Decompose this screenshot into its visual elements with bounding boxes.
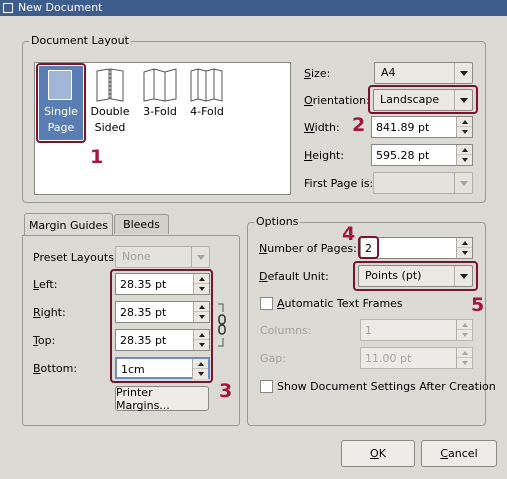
cancel-button[interactable]: Cancel bbox=[421, 440, 497, 467]
increment-icon[interactable] bbox=[193, 359, 208, 369]
decrement-icon[interactable] bbox=[194, 340, 209, 350]
automatic-text-frames-label: Automatic Text Frames bbox=[277, 297, 403, 310]
increment-icon[interactable] bbox=[194, 330, 209, 340]
size-label: Size: bbox=[304, 67, 331, 80]
increment-icon bbox=[457, 320, 472, 330]
options-title: Options bbox=[254, 215, 301, 228]
annotation-3: 3 bbox=[219, 380, 233, 402]
double-sided-icon bbox=[96, 68, 124, 102]
gap-label: Gap: bbox=[260, 352, 286, 365]
title-bar: New Document bbox=[0, 0, 507, 16]
layout-double-sided[interactable]: Double Sided bbox=[88, 66, 132, 140]
width-spinbox[interactable]: 841.89 pt bbox=[371, 116, 473, 138]
annotation-5: 5 bbox=[471, 294, 485, 316]
layout-label: 4-Fold bbox=[190, 105, 224, 118]
bottom-margin-label: Bottom: bbox=[33, 362, 78, 375]
increment-icon bbox=[457, 348, 472, 358]
size-select[interactable]: A4 bbox=[374, 62, 473, 84]
decrement-icon[interactable] bbox=[194, 312, 209, 322]
columns-label: Columns: bbox=[260, 324, 312, 337]
chevron-down-icon bbox=[191, 247, 209, 267]
chevron-down-icon bbox=[454, 90, 472, 110]
annotation-box bbox=[36, 63, 86, 143]
orientation-select[interactable]: Landscape bbox=[373, 89, 473, 111]
decrement-icon[interactable] bbox=[457, 127, 472, 137]
annotation-2: 2 bbox=[352, 114, 366, 136]
layout-3-fold[interactable]: 3-Fold bbox=[137, 66, 183, 140]
gap-spinbox[interactable]: 11.00 pt bbox=[360, 347, 473, 369]
preset-layouts-select[interactable]: None bbox=[115, 246, 210, 268]
automatic-text-frames-checkbox[interactable] bbox=[260, 297, 273, 310]
printer-margins-button[interactable]: Printer Margins... bbox=[115, 386, 209, 412]
four-fold-icon bbox=[190, 68, 223, 102]
chevron-down-icon bbox=[454, 266, 472, 286]
decrement-icon bbox=[457, 330, 472, 340]
top-margin-label: Top: bbox=[33, 334, 56, 347]
default-unit-select[interactable]: Points (pt) bbox=[358, 265, 473, 287]
increment-icon[interactable] bbox=[457, 238, 472, 248]
window-menu-icon[interactable] bbox=[3, 3, 13, 13]
ok-button-label: OK bbox=[370, 447, 386, 460]
first-page-label: First Page is: bbox=[304, 177, 374, 190]
columns-spinbox[interactable]: 1 bbox=[360, 319, 473, 341]
decrement-icon[interactable] bbox=[194, 284, 209, 294]
annotation-1: 1 bbox=[90, 146, 104, 168]
preset-layouts-label: Preset Layouts: bbox=[33, 251, 118, 264]
height-spinbox[interactable]: 595.28 pt bbox=[371, 144, 473, 166]
right-margin-spinbox[interactable]: 28.35 pt bbox=[115, 301, 210, 323]
chevron-down-icon bbox=[454, 173, 472, 193]
decrement-icon[interactable] bbox=[193, 369, 208, 379]
ok-button[interactable]: OK bbox=[341, 440, 415, 467]
show-settings-checkbox[interactable] bbox=[260, 380, 273, 393]
first-page-select[interactable] bbox=[373, 172, 473, 194]
layout-label: Double bbox=[90, 105, 130, 118]
default-unit-label: Default Unit: bbox=[259, 270, 329, 283]
decrement-icon bbox=[457, 358, 472, 368]
width-label: Width: bbox=[304, 121, 340, 134]
tab-bleeds[interactable]: Bleeds bbox=[114, 214, 169, 234]
increment-icon[interactable] bbox=[194, 302, 209, 312]
number-of-pages-label: Number of Pages: bbox=[259, 242, 357, 255]
orientation-label: Orientation: bbox=[304, 94, 370, 107]
three-fold-icon bbox=[143, 68, 177, 102]
top-margin-spinbox[interactable]: 28.35 pt bbox=[115, 329, 210, 351]
layout-label: Sided bbox=[94, 121, 126, 134]
tab-margin-guides[interactable]: Margin Guides bbox=[24, 213, 113, 236]
height-label: Height: bbox=[304, 149, 345, 162]
show-settings-label: Show Document Settings After Creation bbox=[277, 380, 496, 393]
bottom-margin-spinbox[interactable]: 1cm bbox=[115, 357, 210, 379]
cancel-button-label: Cancel bbox=[440, 447, 478, 460]
chevron-down-icon bbox=[454, 63, 472, 83]
left-margin-label: Left: bbox=[33, 278, 58, 291]
document-layout-title: Document Layout bbox=[29, 34, 131, 47]
increment-icon[interactable] bbox=[194, 274, 209, 284]
layout-label: 3-Fold bbox=[143, 105, 177, 118]
annotation-box bbox=[358, 236, 379, 259]
window-title: New Document bbox=[18, 1, 103, 14]
chain-link-icon[interactable] bbox=[216, 302, 228, 350]
left-margin-spinbox[interactable]: 28.35 pt bbox=[115, 273, 210, 295]
decrement-icon[interactable] bbox=[457, 155, 472, 165]
increment-icon[interactable] bbox=[457, 117, 472, 127]
increment-icon[interactable] bbox=[457, 145, 472, 155]
decrement-icon[interactable] bbox=[457, 248, 472, 258]
right-margin-label: Right: bbox=[33, 306, 66, 319]
layout-4-fold[interactable]: 4-Fold bbox=[185, 66, 229, 140]
